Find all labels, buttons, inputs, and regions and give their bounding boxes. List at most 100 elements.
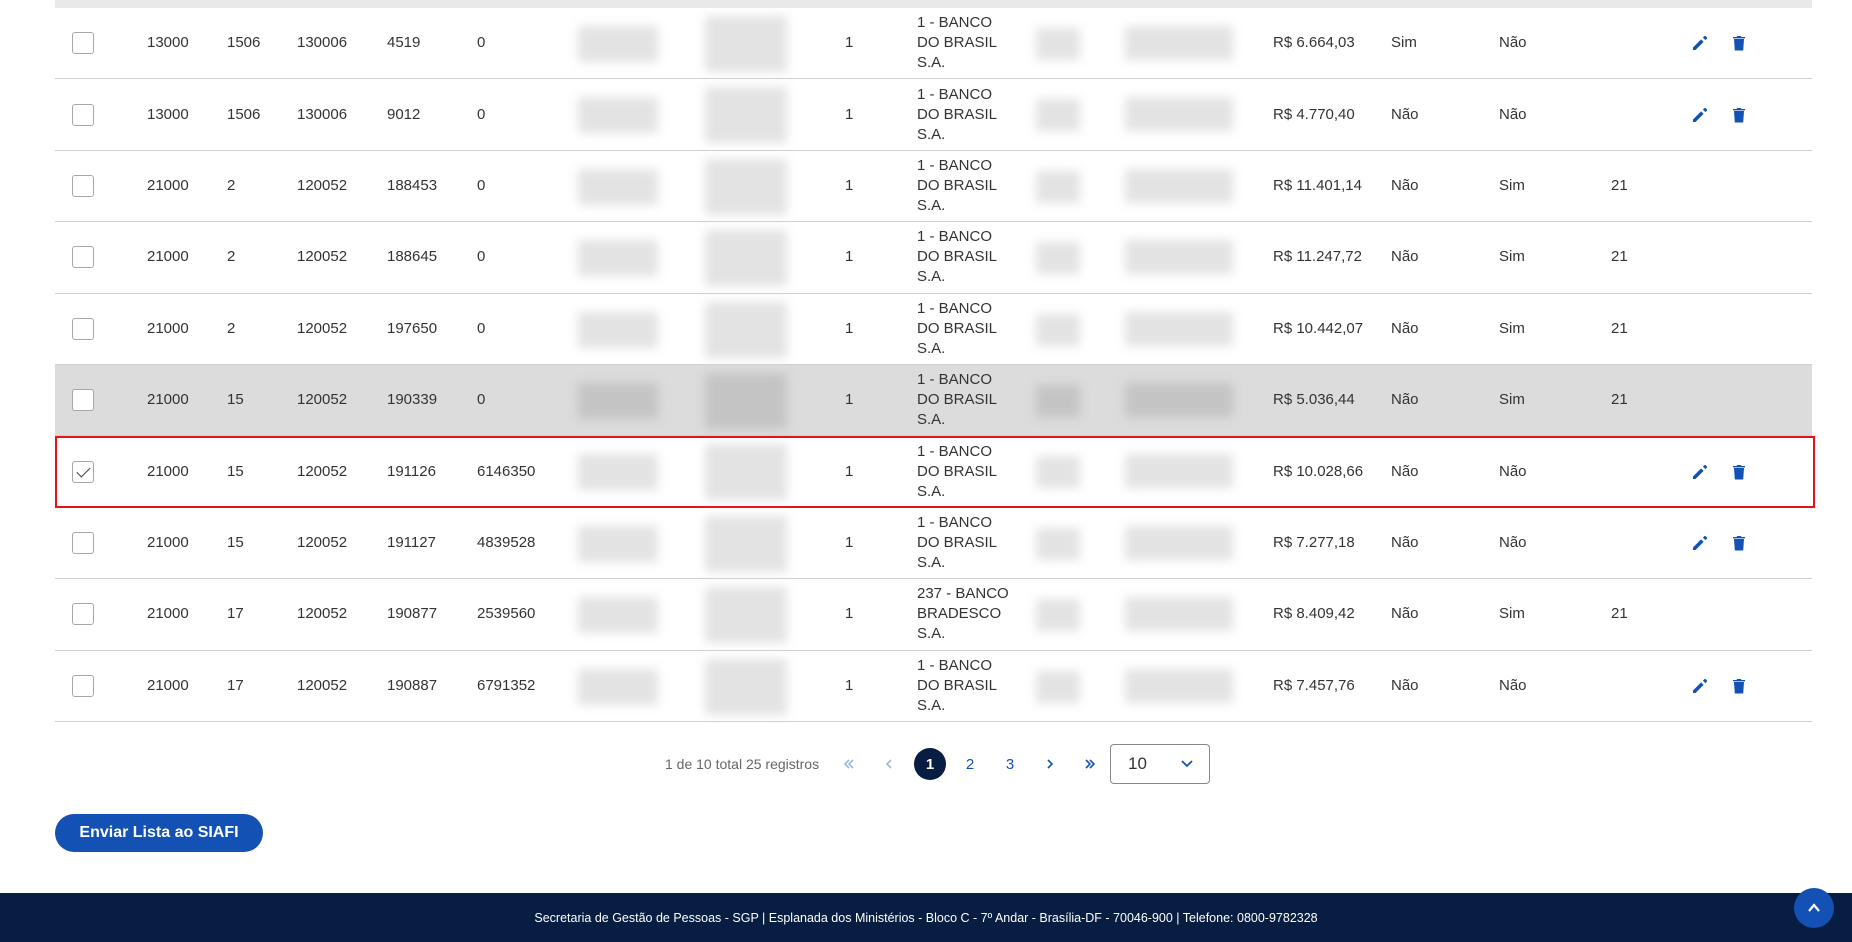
table-row[interactable]: 21000 15 120052 191126 6146350 1 1 - BANCO DO … bbox=[55, 436, 1815, 509]
delete-button[interactable] bbox=[1729, 676, 1749, 696]
cell-s2: Não bbox=[1499, 34, 1527, 52]
cell-c4: 4519 bbox=[387, 34, 421, 52]
last-page-button[interactable] bbox=[1074, 748, 1106, 780]
cell-s1: Não bbox=[1391, 248, 1419, 266]
prev-page-button[interactable] bbox=[873, 748, 905, 780]
edit-button[interactable] bbox=[1690, 105, 1710, 125]
row-checkbox[interactable] bbox=[72, 531, 94, 554]
trash-icon bbox=[1733, 535, 1745, 551]
edit-button[interactable] bbox=[1690, 462, 1710, 482]
cell-bank: 1 - BANCO DO BRASIL S.A. bbox=[917, 513, 997, 571]
redacted-field bbox=[705, 444, 787, 501]
per-page-select[interactable]: 10 bbox=[1110, 744, 1210, 784]
trash-icon bbox=[1733, 36, 1745, 51]
redacted-field bbox=[1036, 99, 1080, 132]
cell-c4: 191126 bbox=[387, 462, 436, 480]
edit-button[interactable] bbox=[1690, 676, 1710, 696]
pencil-icon bbox=[1693, 535, 1708, 550]
cell-bank: 1 - BANCO DO BRASIL S.A. bbox=[917, 228, 997, 286]
row-checkbox[interactable] bbox=[72, 32, 94, 55]
delete-button[interactable] bbox=[1729, 462, 1749, 482]
cell-c3: 120052 bbox=[297, 248, 348, 266]
delete-button[interactable] bbox=[1729, 105, 1749, 125]
trash-icon bbox=[1733, 107, 1745, 123]
table-row[interactable]: 21000 15 120052 191127 4839528 1 1 - BANCO DO … bbox=[55, 508, 1812, 580]
cell-c4: 188453 bbox=[387, 176, 438, 194]
redacted-field bbox=[705, 515, 787, 572]
cell-s1: Não bbox=[1391, 319, 1419, 337]
redacted-field bbox=[1125, 240, 1233, 275]
send-siafi-button[interactable]: Enviar Lista ao SIAFI bbox=[55, 814, 263, 852]
page-button-2[interactable]: 2 bbox=[954, 748, 986, 780]
cell-c2: 15 bbox=[227, 391, 244, 409]
cell-s2: Sim bbox=[1499, 248, 1525, 266]
cell-s1: Não bbox=[1391, 391, 1419, 409]
row-checkbox[interactable] bbox=[72, 174, 94, 197]
cell-bank: 237 - BANCO BRADESCO S.A. bbox=[917, 585, 1009, 643]
row-checkbox[interactable] bbox=[72, 674, 94, 697]
edit-button[interactable] bbox=[1690, 33, 1710, 53]
first-page-button[interactable] bbox=[833, 748, 865, 780]
cell-c2: 17 bbox=[227, 605, 244, 623]
edit-button[interactable] bbox=[1690, 533, 1710, 553]
trash-icon bbox=[1733, 464, 1745, 480]
redacted-field bbox=[578, 597, 658, 634]
table-row[interactable]: 21000 15 120052 190339 0 1 1 - BANCO DO BRASIL… bbox=[55, 364, 1812, 437]
chevron-double-right-icon bbox=[1085, 759, 1096, 769]
table-row[interactable]: 13000 1506 130006 9012 0 1 1 - BANCO DO BRASIL… bbox=[55, 79, 1812, 151]
cell-s1: Não bbox=[1391, 105, 1419, 123]
delete-button[interactable] bbox=[1729, 33, 1749, 53]
row-checkbox[interactable] bbox=[72, 103, 94, 126]
cell-c6: 1 bbox=[845, 605, 854, 623]
cell-bank: 1 - BANCO DO BRASIL S.A. bbox=[917, 442, 997, 500]
scroll-top-button[interactable] bbox=[1794, 888, 1834, 928]
pencil-icon bbox=[1693, 107, 1708, 122]
redacted-field bbox=[578, 311, 658, 348]
page-button-3[interactable]: 3 bbox=[994, 748, 1026, 780]
delete-button[interactable] bbox=[1729, 533, 1749, 553]
row-checkbox[interactable] bbox=[72, 389, 94, 412]
table-row[interactable]: 21000 17 120052 190887 6791352 1 1 - BANCO DO … bbox=[55, 651, 1812, 722]
row-checkbox[interactable] bbox=[72, 317, 94, 340]
footer-text: Secretaria de Gestão de Pessoas - SGP | … bbox=[534, 910, 1318, 925]
cell-c3: 120052 bbox=[297, 676, 348, 694]
chevron-down-icon bbox=[1181, 760, 1193, 768]
cell-c2: 2 bbox=[227, 319, 236, 337]
chevron-right-icon bbox=[1047, 759, 1054, 769]
cell-num: 21 bbox=[1611, 319, 1628, 337]
cell-s2: Não bbox=[1499, 462, 1527, 480]
row-checkbox[interactable] bbox=[72, 460, 94, 483]
pagination: 1 de 10 total 25 registros 1 2 3 10 bbox=[0, 744, 1852, 784]
cell-c4: 190877 bbox=[387, 605, 438, 623]
redacted-field bbox=[1125, 97, 1233, 132]
redacted-field bbox=[578, 97, 658, 134]
redacted-field bbox=[705, 230, 787, 287]
cell-valor: R$ 4.770,40 bbox=[1273, 105, 1355, 123]
redacted-field bbox=[1036, 242, 1080, 275]
per-page-value: 10 bbox=[1128, 754, 1147, 773]
table-row[interactable]: 21000 17 120052 190877 2539560 1 237 - BANCO B… bbox=[55, 579, 1812, 651]
cell-s2: Sim bbox=[1499, 605, 1525, 623]
cell-s1: Sim bbox=[1391, 34, 1417, 52]
table-row[interactable]: 21000 2 120052 188453 0 1 1 - BANCO DO BRASIL … bbox=[55, 151, 1812, 223]
cell-c4: 188645 bbox=[387, 248, 438, 266]
table-row[interactable]: 21000 2 120052 197650 0 1 1 - BANCO DO BRASIL … bbox=[55, 294, 1812, 365]
page: 13000 1506 130006 4519 0 1 1 - BANCO DO BRASIL… bbox=[0, 0, 1852, 942]
redacted-field bbox=[705, 87, 787, 144]
page-button-1[interactable]: 1 bbox=[914, 748, 946, 780]
table-row[interactable]: 13000 1506 130006 4519 0 1 1 - BANCO DO BRASIL… bbox=[55, 8, 1812, 80]
row-checkbox[interactable] bbox=[72, 603, 94, 626]
cell-c1: 21000 bbox=[147, 462, 189, 480]
cell-c3: 120052 bbox=[297, 319, 348, 337]
cell-num: 21 bbox=[1611, 391, 1628, 409]
cell-c1: 21000 bbox=[147, 319, 189, 337]
table-row[interactable]: 21000 2 120052 188645 0 1 1 - BANCO DO BRASIL … bbox=[55, 222, 1812, 294]
next-page-button[interactable] bbox=[1034, 748, 1066, 780]
cell-c2: 1506 bbox=[227, 105, 261, 123]
redacted-field bbox=[1036, 670, 1080, 703]
chevron-up-icon bbox=[1808, 903, 1820, 912]
row-checkbox[interactable] bbox=[72, 246, 94, 269]
cell-c6: 1 bbox=[845, 319, 854, 337]
data-table: 13000 1506 130006 4519 0 1 1 - BANCO DO BRASIL… bbox=[55, 0, 1815, 722]
cell-c5: 2539560 bbox=[477, 605, 536, 623]
